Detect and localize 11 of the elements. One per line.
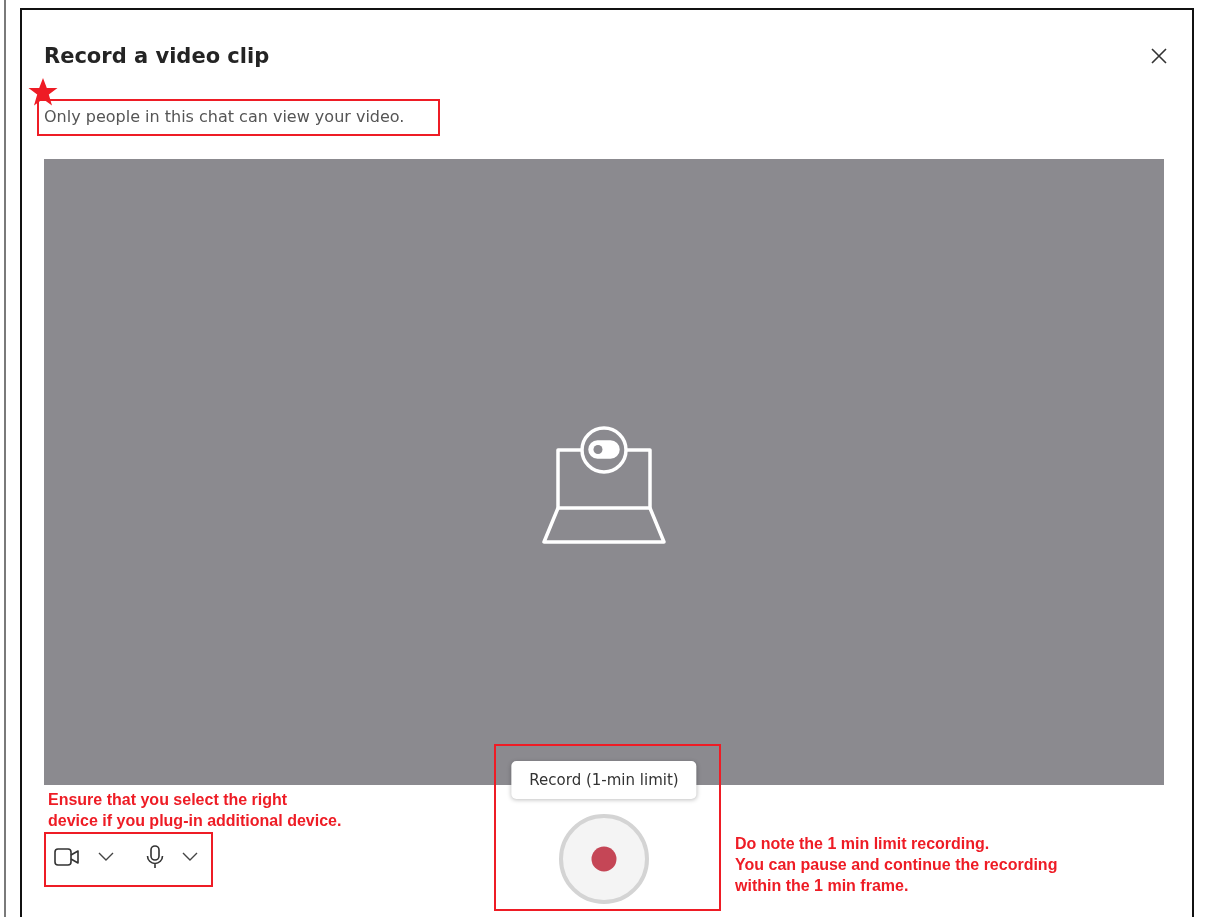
video-camera-icon (54, 847, 80, 867)
record-dot-icon (591, 846, 617, 872)
microphone-icon (146, 845, 164, 869)
chevron-down-icon (98, 852, 114, 862)
star-icon (27, 77, 59, 107)
annotation-note: Ensure that you select the right device if you plug-in additional device. (48, 790, 342, 831)
annotation-note: Do note the 1 min limit recording. You can pause and continue the recording within the 1 min frame. (735, 834, 1058, 896)
privacy-note: Only people in this chat can view your video. (44, 107, 405, 126)
dialog-title: Record a video clip (44, 44, 270, 68)
chevron-down-icon (182, 852, 198, 862)
record-tooltip: Record (1-min limit) (511, 761, 697, 799)
